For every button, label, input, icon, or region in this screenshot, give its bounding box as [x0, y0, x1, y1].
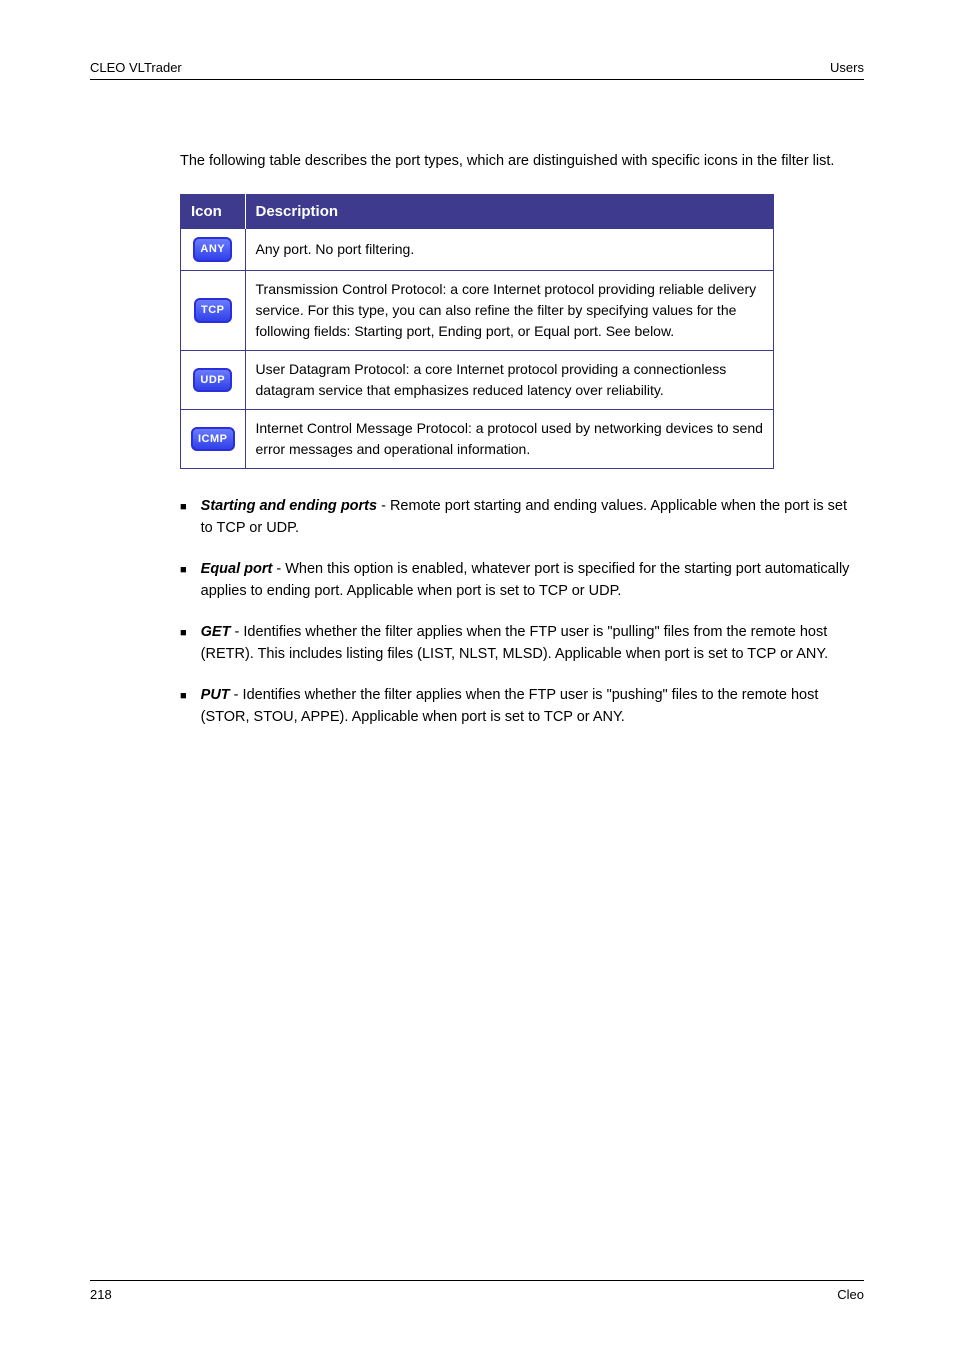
- port-types-table: Icon Description ANY Any port. No port f…: [180, 194, 774, 469]
- cell-desc: Internet Control Message Protocol: a pro…: [245, 409, 774, 468]
- bullet-icon: ■: [180, 684, 187, 729]
- term-body: - Identifies whether the filter applies …: [201, 624, 829, 662]
- cell-desc: Transmission Control Protocol: a core In…: [245, 270, 774, 350]
- bullet-icon: ■: [180, 558, 187, 603]
- col-header-description: Description: [245, 195, 774, 229]
- cell-desc: Any port. No port filtering.: [245, 229, 774, 271]
- chapter-name: Users: [830, 60, 864, 75]
- list-text: PUT - Identifies whether the filter appl…: [201, 684, 854, 729]
- col-header-icon: Icon: [181, 195, 246, 229]
- bullet-icon: ■: [180, 495, 187, 540]
- term: GET: [201, 624, 231, 640]
- list-item: ■ GET - Identifies whether the filter ap…: [180, 621, 854, 666]
- list-text: Starting and ending ports - Remote port …: [201, 495, 854, 540]
- footer-rule: [90, 1280, 864, 1281]
- table-row: ANY Any port. No port filtering.: [181, 229, 774, 271]
- table-row: TCP Transmission Control Protocol: a cor…: [181, 270, 774, 350]
- page-footer: 218 Cleo: [90, 1280, 864, 1302]
- badge-icmp-icon: ICMP: [191, 427, 235, 452]
- list-item: ■ Equal port - When this option is enabl…: [180, 558, 854, 603]
- header-rule: [90, 79, 864, 80]
- footer-copyright: Cleo: [837, 1287, 864, 1302]
- page-header: CLEO VLTrader Users: [90, 60, 864, 75]
- list-item: ■ Starting and ending ports - Remote por…: [180, 495, 854, 540]
- page: CLEO VLTrader Users The following table …: [0, 0, 954, 1350]
- bullet-icon: ■: [180, 621, 187, 666]
- table-row: ICMP Internet Control Message Protocol: …: [181, 409, 774, 468]
- list-item: ■ PUT - Identifies whether the filter ap…: [180, 684, 854, 729]
- badge-udp-icon: UDP: [193, 368, 232, 393]
- page-number: 218: [90, 1287, 112, 1302]
- list-text: Equal port - When this option is enabled…: [201, 558, 854, 603]
- term: Starting and ending ports: [201, 498, 377, 514]
- term-body: - When this option is enabled, whatever …: [201, 561, 850, 599]
- table-row: UDP User Datagram Protocol: a core Inter…: [181, 350, 774, 409]
- doc-title: CLEO VLTrader: [90, 60, 182, 75]
- list-text: GET - Identifies whether the filter appl…: [201, 621, 854, 666]
- definition-list: ■ Starting and ending ports - Remote por…: [180, 495, 854, 729]
- intro-paragraph: The following table describes the port t…: [180, 150, 854, 172]
- badge-any-icon: ANY: [193, 237, 232, 262]
- term: PUT: [201, 687, 230, 703]
- cell-desc: User Datagram Protocol: a core Internet …: [245, 350, 774, 409]
- term-body: - Identifies whether the filter applies …: [201, 687, 819, 725]
- badge-tcp-icon: TCP: [194, 298, 232, 323]
- term: Equal port: [201, 561, 273, 577]
